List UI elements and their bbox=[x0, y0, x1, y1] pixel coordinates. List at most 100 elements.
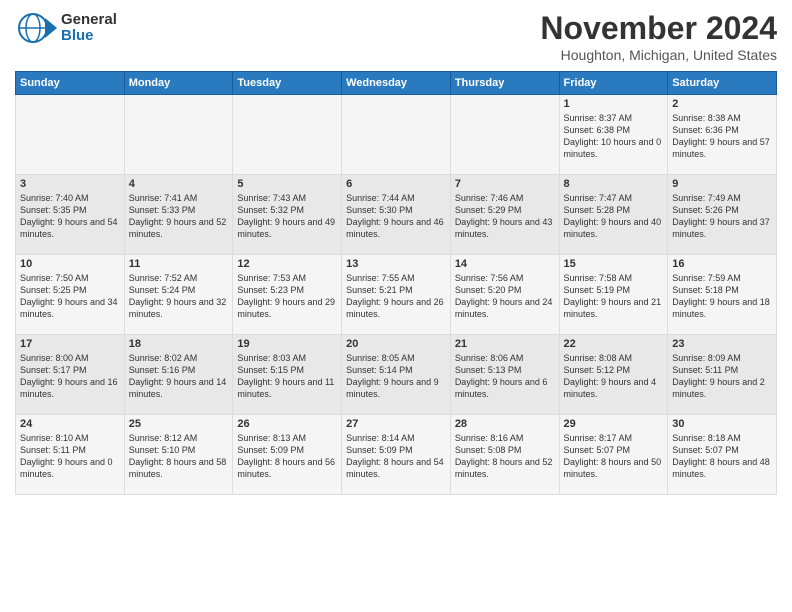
calendar-cell: 8 Sunrise: 7:47 AM Sunset: 5:28 PM Daylig… bbox=[559, 175, 668, 255]
day-info: Sunrise: 8:38 AM Sunset: 6:36 PM Dayligh… bbox=[672, 112, 772, 161]
calendar-cell: 18 Sunrise: 8:02 AM Sunset: 5:16 PM Dayli… bbox=[124, 335, 233, 415]
day-number: 9 bbox=[672, 178, 772, 190]
day-number: 20 bbox=[346, 338, 446, 350]
calendar-cell: 25Sunrise: 8:12 AM Sunset: 5:10 PM Dayli… bbox=[124, 415, 233, 495]
calendar-cell: 21Sunrise: 8:06 AM Sunset: 5:13 PM Dayli… bbox=[450, 335, 559, 415]
week-row-1: 1 Sunrise: 8:37 AM Sunset: 6:38 PM Daylig… bbox=[16, 95, 777, 175]
day-number: 24 bbox=[20, 418, 120, 430]
logo-general: General bbox=[61, 12, 117, 29]
calendar-cell: 1 Sunrise: 8:37 AM Sunset: 6:38 PM Daylig… bbox=[559, 95, 668, 175]
day-number: 27 bbox=[346, 418, 446, 430]
day-info: Sunrise: 7:43 AM Sunset: 5:32 PM Dayligh… bbox=[237, 192, 337, 241]
day-number: 16 bbox=[672, 258, 772, 270]
day-info: Sunrise: 8:17 AM Sunset: 5:07 PM Dayligh… bbox=[564, 432, 664, 481]
day-number: 7 bbox=[455, 178, 555, 190]
day-info: Sunrise: 7:52 AM Sunset: 5:24 PM Dayligh… bbox=[129, 272, 229, 321]
day-number: 5 bbox=[237, 178, 337, 190]
day-info: Sunrise: 7:46 AM Sunset: 5:29 PM Dayligh… bbox=[455, 192, 555, 241]
day-info: Sunrise: 8:16 AM Sunset: 5:08 PM Dayligh… bbox=[455, 432, 555, 481]
day-number: 8 bbox=[564, 178, 664, 190]
day-number: 28 bbox=[455, 418, 555, 430]
calendar-cell: 14Sunrise: 7:56 AM Sunset: 5:20 PM Dayli… bbox=[450, 255, 559, 335]
logo-icon bbox=[15, 10, 57, 46]
logo-blue: Blue bbox=[61, 28, 117, 45]
day-info: Sunrise: 8:05 AM Sunset: 5:14 PM Dayligh… bbox=[346, 352, 446, 401]
calendar-cell: 24Sunrise: 8:10 AM Sunset: 5:11 PM Dayli… bbox=[16, 415, 125, 495]
day-number: 3 bbox=[20, 178, 120, 190]
day-info: Sunrise: 8:12 AM Sunset: 5:10 PM Dayligh… bbox=[129, 432, 229, 481]
day-number: 2 bbox=[672, 98, 772, 110]
day-number: 29 bbox=[564, 418, 664, 430]
logo: General Blue bbox=[15, 10, 117, 46]
day-info: Sunrise: 7:55 AM Sunset: 5:21 PM Dayligh… bbox=[346, 272, 446, 321]
day-info: Sunrise: 7:47 AM Sunset: 5:28 PM Dayligh… bbox=[564, 192, 664, 241]
column-header-thursday: Thursday bbox=[450, 72, 559, 95]
column-header-monday: Monday bbox=[124, 72, 233, 95]
day-number: 18 bbox=[129, 338, 229, 350]
day-info: Sunrise: 7:58 AM Sunset: 5:19 PM Dayligh… bbox=[564, 272, 664, 321]
calendar-cell: 28 Sunrise: 8:16 AM Sunset: 5:08 PM Dayli… bbox=[450, 415, 559, 495]
calendar-cell: 26 Sunrise: 8:13 AM Sunset: 5:09 PM Dayli… bbox=[233, 415, 342, 495]
calendar-cell bbox=[342, 95, 451, 175]
day-number: 4 bbox=[129, 178, 229, 190]
day-info: Sunrise: 8:00 AM Sunset: 5:17 PM Dayligh… bbox=[20, 352, 120, 401]
column-header-tuesday: Tuesday bbox=[233, 72, 342, 95]
calendar-cell bbox=[450, 95, 559, 175]
calendar-cell: 2 Sunrise: 8:38 AM Sunset: 6:36 PM Daylig… bbox=[668, 95, 777, 175]
day-number: 10 bbox=[20, 258, 120, 270]
day-number: 15 bbox=[564, 258, 664, 270]
column-header-friday: Friday bbox=[559, 72, 668, 95]
calendar-cell: 16 Sunrise: 7:59 AM Sunset: 5:18 PM Dayli… bbox=[668, 255, 777, 335]
calendar-cell bbox=[16, 95, 125, 175]
calendar-cell: 12 Sunrise: 7:53 AM Sunset: 5:23 PM Dayli… bbox=[233, 255, 342, 335]
week-row-3: 10 Sunrise: 7:50 AM Sunset: 5:25 PM Dayli… bbox=[16, 255, 777, 335]
day-number: 1 bbox=[564, 98, 664, 110]
day-number: 12 bbox=[237, 258, 337, 270]
day-number: 19 bbox=[237, 338, 337, 350]
calendar-cell: 11Sunrise: 7:52 AM Sunset: 5:24 PM Dayli… bbox=[124, 255, 233, 335]
location: Houghton, Michigan, United States bbox=[540, 47, 777, 63]
title-block: November 2024 Houghton, Michigan, United… bbox=[540, 10, 777, 63]
calendar-cell: 13 Sunrise: 7:55 AM Sunset: 5:21 PM Dayli… bbox=[342, 255, 451, 335]
column-header-saturday: Saturday bbox=[668, 72, 777, 95]
day-number: 22 bbox=[564, 338, 664, 350]
day-number: 26 bbox=[237, 418, 337, 430]
day-info: Sunrise: 7:50 AM Sunset: 5:25 PM Dayligh… bbox=[20, 272, 120, 321]
week-row-5: 24Sunrise: 8:10 AM Sunset: 5:11 PM Dayli… bbox=[16, 415, 777, 495]
day-info: Sunrise: 8:37 AM Sunset: 6:38 PM Dayligh… bbox=[564, 112, 664, 161]
day-info: Sunrise: 7:53 AM Sunset: 5:23 PM Dayligh… bbox=[237, 272, 337, 321]
day-info: Sunrise: 8:03 AM Sunset: 5:15 PM Dayligh… bbox=[237, 352, 337, 401]
calendar-cell: 19 Sunrise: 8:03 AM Sunset: 5:15 PM Dayli… bbox=[233, 335, 342, 415]
calendar-table: SundayMondayTuesdayWednesdayThursdayFrid… bbox=[15, 71, 777, 495]
calendar-cell: 20 Sunrise: 8:05 AM Sunset: 5:14 PM Dayli… bbox=[342, 335, 451, 415]
calendar-cell: 3 Sunrise: 7:40 AM Sunset: 5:35 PM Daylig… bbox=[16, 175, 125, 255]
calendar-cell: 15 Sunrise: 7:58 AM Sunset: 5:19 PM Dayli… bbox=[559, 255, 668, 335]
day-info: Sunrise: 7:59 AM Sunset: 5:18 PM Dayligh… bbox=[672, 272, 772, 321]
day-number: 17 bbox=[20, 338, 120, 350]
day-info: Sunrise: 8:09 AM Sunset: 5:11 PM Dayligh… bbox=[672, 352, 772, 401]
week-row-4: 17 Sunrise: 8:00 AM Sunset: 5:17 PM Dayli… bbox=[16, 335, 777, 415]
calendar-cell: 6Sunrise: 7:44 AM Sunset: 5:30 PM Daylig… bbox=[342, 175, 451, 255]
day-number: 23 bbox=[672, 338, 772, 350]
calendar-cell: 7 Sunrise: 7:46 AM Sunset: 5:29 PM Daylig… bbox=[450, 175, 559, 255]
calendar-cell: 4Sunrise: 7:41 AM Sunset: 5:33 PM Daylig… bbox=[124, 175, 233, 255]
day-number: 13 bbox=[346, 258, 446, 270]
day-info: Sunrise: 7:49 AM Sunset: 5:26 PM Dayligh… bbox=[672, 192, 772, 241]
calendar-cell bbox=[233, 95, 342, 175]
day-info: Sunrise: 8:02 AM Sunset: 5:16 PM Dayligh… bbox=[129, 352, 229, 401]
calendar-cell: 29 Sunrise: 8:17 AM Sunset: 5:07 PM Dayli… bbox=[559, 415, 668, 495]
day-info: Sunrise: 8:08 AM Sunset: 5:12 PM Dayligh… bbox=[564, 352, 664, 401]
calendar-cell: 22 Sunrise: 8:08 AM Sunset: 5:12 PM Dayli… bbox=[559, 335, 668, 415]
day-info: Sunrise: 7:56 AM Sunset: 5:20 PM Dayligh… bbox=[455, 272, 555, 321]
day-info: Sunrise: 7:44 AM Sunset: 5:30 PM Dayligh… bbox=[346, 192, 446, 241]
day-info: Sunrise: 8:13 AM Sunset: 5:09 PM Dayligh… bbox=[237, 432, 337, 481]
calendar-cell: 5 Sunrise: 7:43 AM Sunset: 5:32 PM Daylig… bbox=[233, 175, 342, 255]
day-info: Sunrise: 8:06 AM Sunset: 5:13 PM Dayligh… bbox=[455, 352, 555, 401]
column-header-wednesday: Wednesday bbox=[342, 72, 451, 95]
calendar-cell: 9 Sunrise: 7:49 AM Sunset: 5:26 PM Daylig… bbox=[668, 175, 777, 255]
page-header: General Blue November 2024 Houghton, Mic… bbox=[15, 10, 777, 63]
column-header-sunday: Sunday bbox=[16, 72, 125, 95]
day-info: Sunrise: 8:18 AM Sunset: 5:07 PM Dayligh… bbox=[672, 432, 772, 481]
month-title: November 2024 bbox=[540, 10, 777, 47]
day-info: Sunrise: 7:40 AM Sunset: 5:35 PM Dayligh… bbox=[20, 192, 120, 241]
